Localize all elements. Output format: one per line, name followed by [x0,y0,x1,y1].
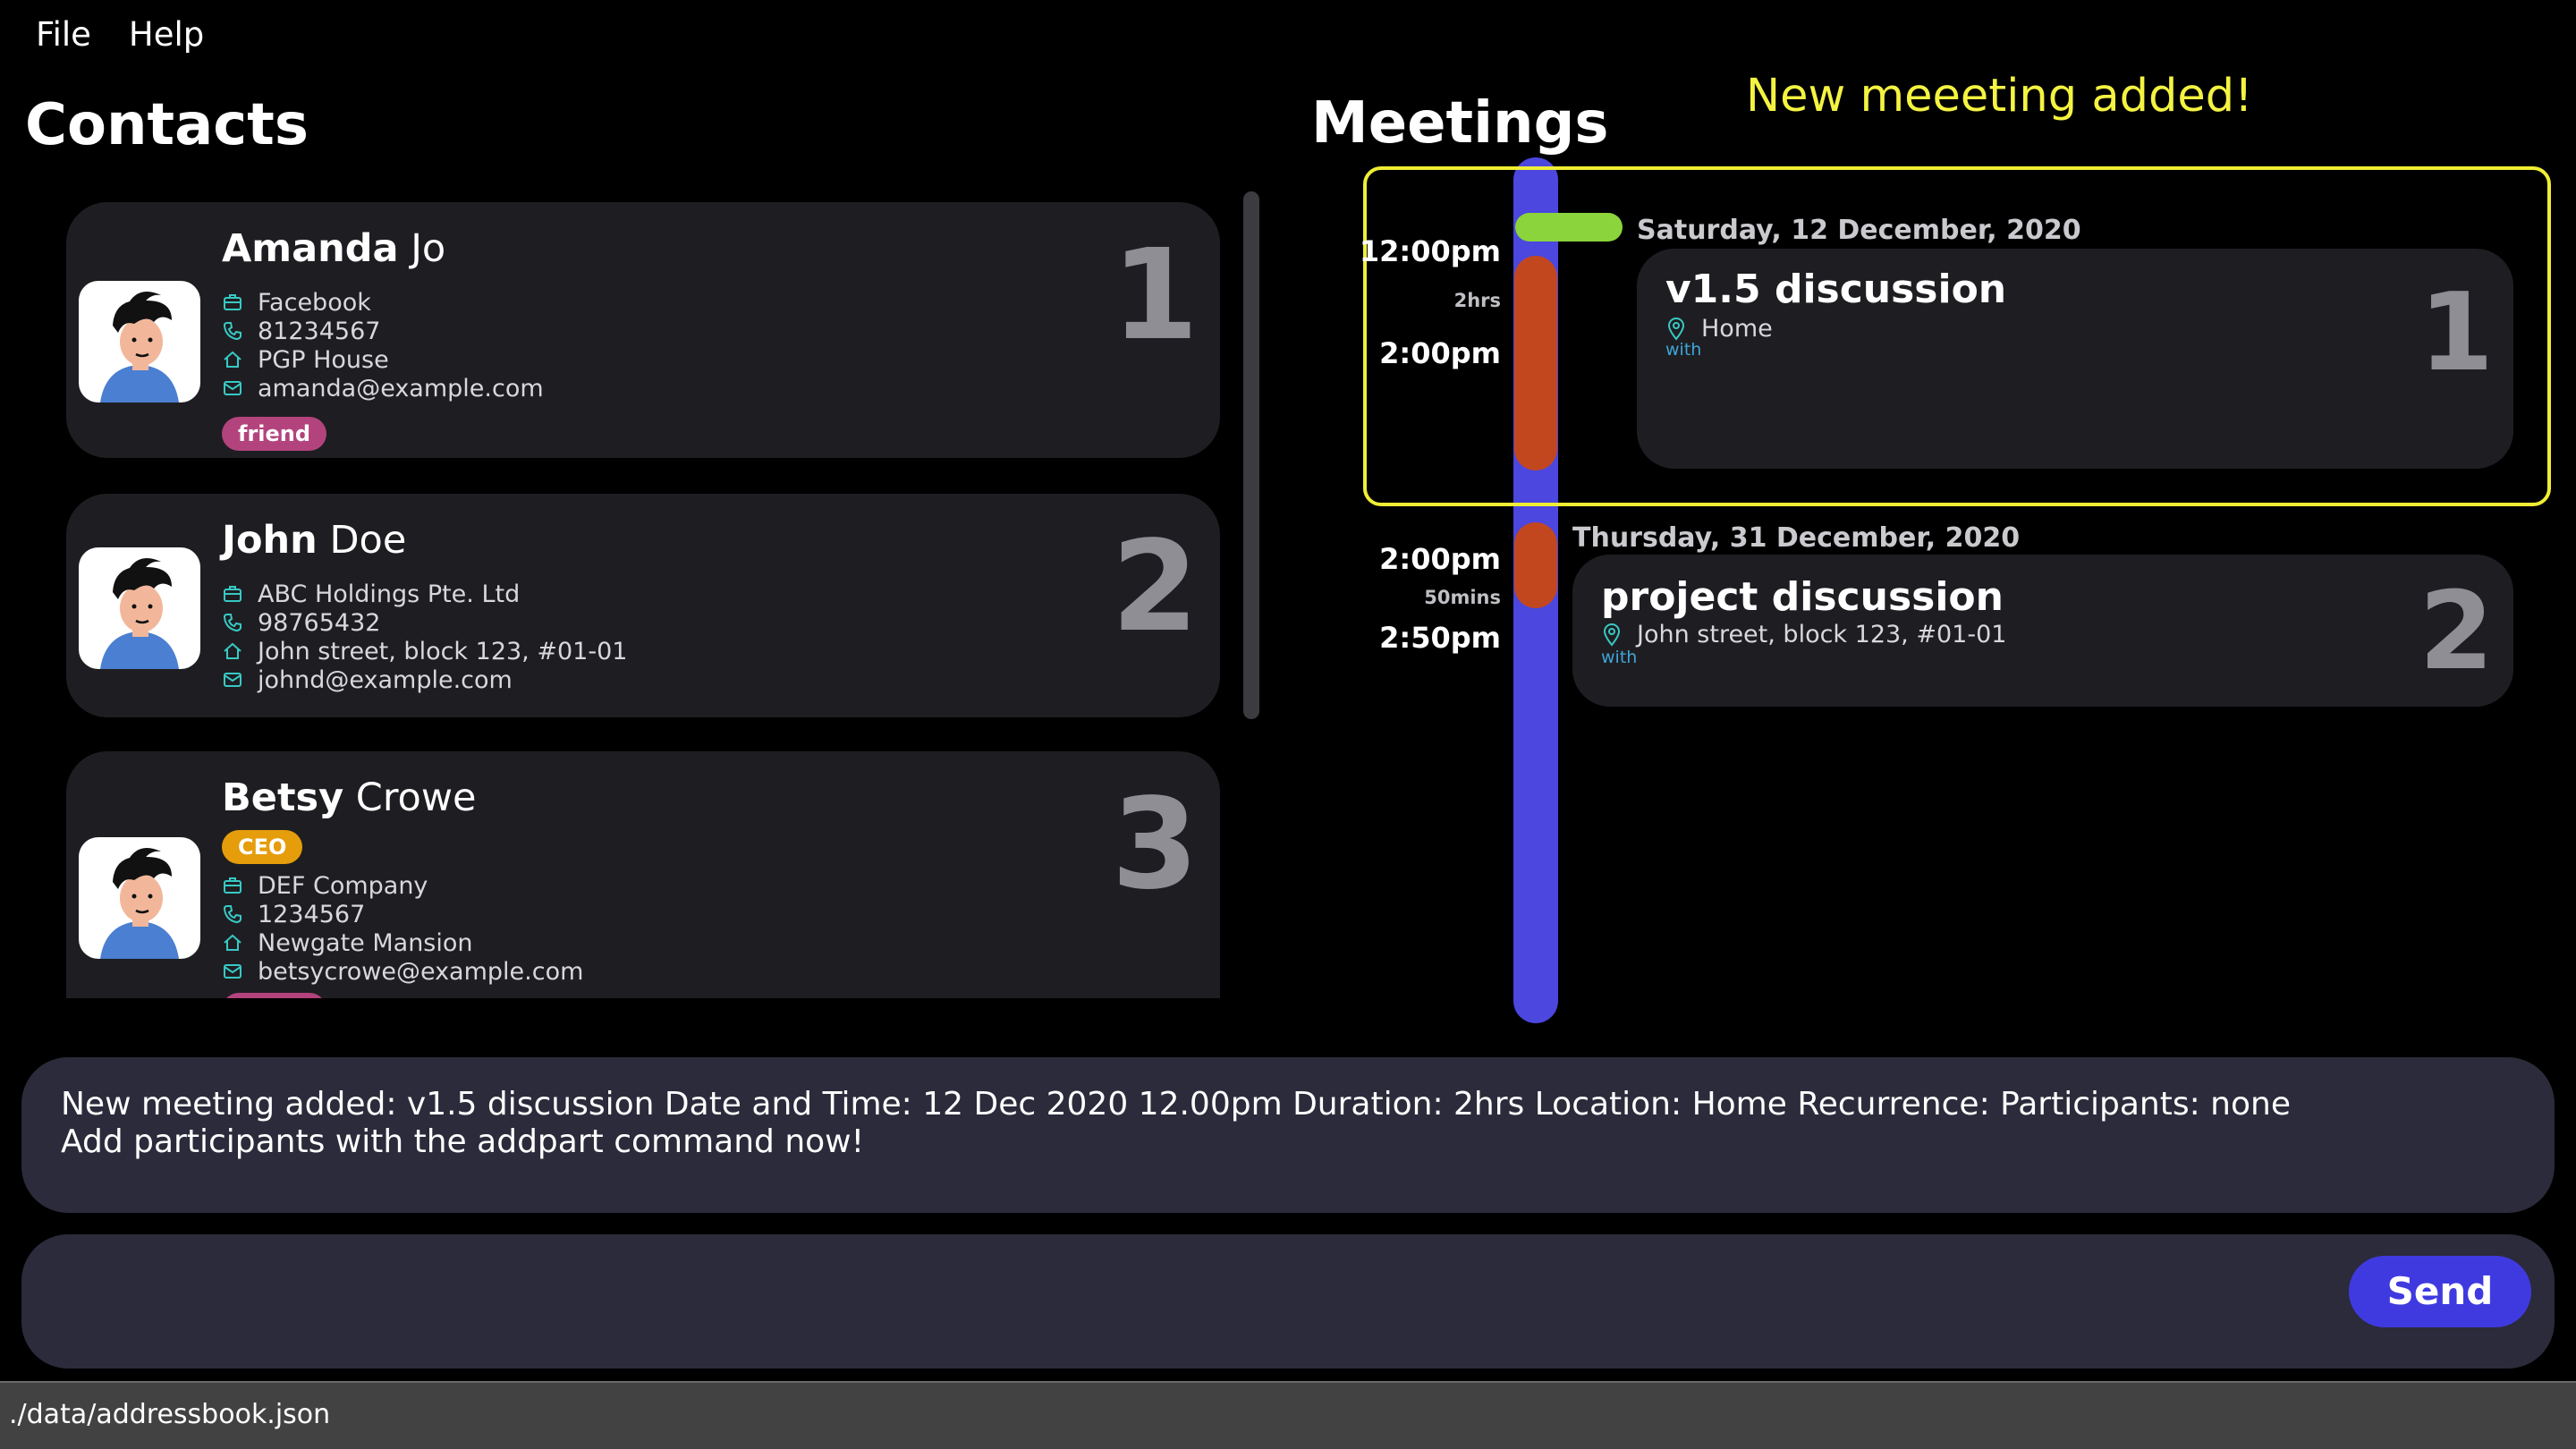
contact-phone: 98765432 [258,608,381,637]
save-location: ./data/addressbook.json [9,1399,331,1430]
location-pin-icon [1665,317,1687,342]
contact-company: Facebook [258,288,371,317]
contact-company: ABC Holdings Pte. Ltd [258,580,521,608]
contact-card[interactable]: Amanda Jo Facebook 81234567 PGP House am… [66,202,1220,458]
mail-icon [222,669,243,691]
contact-address-row: PGP House [222,345,389,374]
meetings-title: Meetings [1311,90,1609,157]
contact-company-row: ABC Holdings Pte. Ltd [222,580,520,608]
meeting-title: project discussion [1601,574,2004,620]
home-icon [222,932,243,953]
meeting-location: Home [1701,315,1773,343]
home-icon [222,640,243,662]
meeting-end-time: 2:50pm [1379,621,1501,655]
mail-icon [222,377,243,399]
briefcase-icon [222,583,243,605]
contact-phone-row: 98765432 [222,608,380,637]
send-button[interactable]: Send [2349,1256,2531,1327]
meeting-start-time: 2:00pm [1379,542,1501,576]
mail-icon [222,961,243,982]
meeting-date: Saturday, 12 December, 2020 [1637,215,2081,246]
phone-icon [222,320,243,342]
contact-card[interactable]: Betsy Crowe CEO DEF Company 1234567 Newg… [66,751,1220,998]
contact-company: DEF Company [258,871,428,900]
contact-address-row: Newgate Mansion [222,928,473,957]
command-box: Send [21,1234,2555,1368]
contact-email-row: johnd@example.com [222,665,513,694]
meeting-index: 2 [2419,570,2495,694]
location-pin-icon [1601,623,1623,648]
meeting-duration: 50mins [1424,587,1501,608]
contact-list-scrollbar[interactable] [1243,191,1259,719]
tag-friend: friend [222,417,327,451]
result-line: New meeting added: v1.5 discussion Date … [61,1086,2291,1123]
avatar [79,837,200,959]
menu-bar: File Help [36,13,204,57]
contact-address: John street, block 123, #01-01 [258,637,628,665]
meeting-start-time: 12:00pm [1359,234,1501,268]
contact-name: Betsy Crowe [222,775,477,820]
meeting-location-row: John street, block 123, #01-01 [1601,621,2006,648]
menu-file[interactable]: File [36,13,91,57]
contact-email-row: betsycrowe@example.com [222,957,583,986]
meeting-location: John street, block 123, #01-01 [1637,621,2007,648]
contact-index: 3 [1111,772,1199,918]
contact-address-row: John street, block 123, #01-01 [222,637,627,665]
new-meeting-announcement: New meeeting added! [1746,70,2253,123]
meeting-index: 1 [2419,271,2495,395]
meeting-duration-bar [1514,522,1557,608]
contact-email: betsycrowe@example.com [258,957,584,986]
briefcase-icon [222,292,243,313]
result-line: Add participants with the addpart comman… [61,1123,865,1160]
contact-phone: 81234567 [258,317,381,345]
avatar [79,547,200,669]
contact-index: 2 [1111,514,1199,660]
meeting-location-row: Home [1665,315,1773,343]
status-bar: ./data/addressbook.json [0,1381,2576,1449]
meeting-end-time: 2:00pm [1379,336,1501,370]
contact-phone-row: 1234567 [222,900,365,928]
home-icon [222,349,243,370]
contact-name: John Doe [222,518,407,563]
contact-email: johnd@example.com [258,665,513,694]
phone-icon [222,903,243,925]
contact-name: Amanda Jo [222,226,446,271]
contact-company-row: DEF Company [222,871,428,900]
contact-company-row: Facebook [222,288,371,317]
briefcase-icon [222,875,243,896]
tag-ceo: CEO [222,830,303,864]
meeting-duration: 2hrs [1453,290,1501,311]
contact-address: Newgate Mansion [258,928,473,957]
contact-email-row: amanda@example.com [222,374,544,402]
result-display: New meeting added: v1.5 discussion Date … [21,1057,2555,1213]
command-input[interactable] [61,1261,2354,1343]
menu-help[interactable]: Help [129,13,204,57]
tag-friend: friend [222,993,327,998]
contact-email: amanda@example.com [258,374,544,402]
contact-card[interactable]: John Doe ABC Holdings Pte. Ltd 98765432 … [66,494,1220,717]
contacts-title: Contacts [25,92,309,158]
meeting-card[interactable]: v1.5 discussion Home with 1 [1637,249,2513,469]
avatar [79,281,200,402]
meeting-date: Thursday, 31 December, 2020 [1572,522,2021,554]
meeting-participants-label: with [1665,340,1702,360]
meeting-participants-label: with [1601,648,1638,667]
phone-icon [222,612,243,633]
meeting-title: v1.5 discussion [1665,267,2007,312]
contact-index: 1 [1111,223,1199,369]
contact-address: PGP House [258,345,389,374]
meeting-card[interactable]: project discussion John street, block 12… [1572,555,2513,707]
contact-list[interactable]: Amanda Jo Facebook 81234567 PGP House am… [0,188,1252,998]
contact-phone: 1234567 [258,900,366,928]
contact-phone-row: 81234567 [222,317,380,345]
